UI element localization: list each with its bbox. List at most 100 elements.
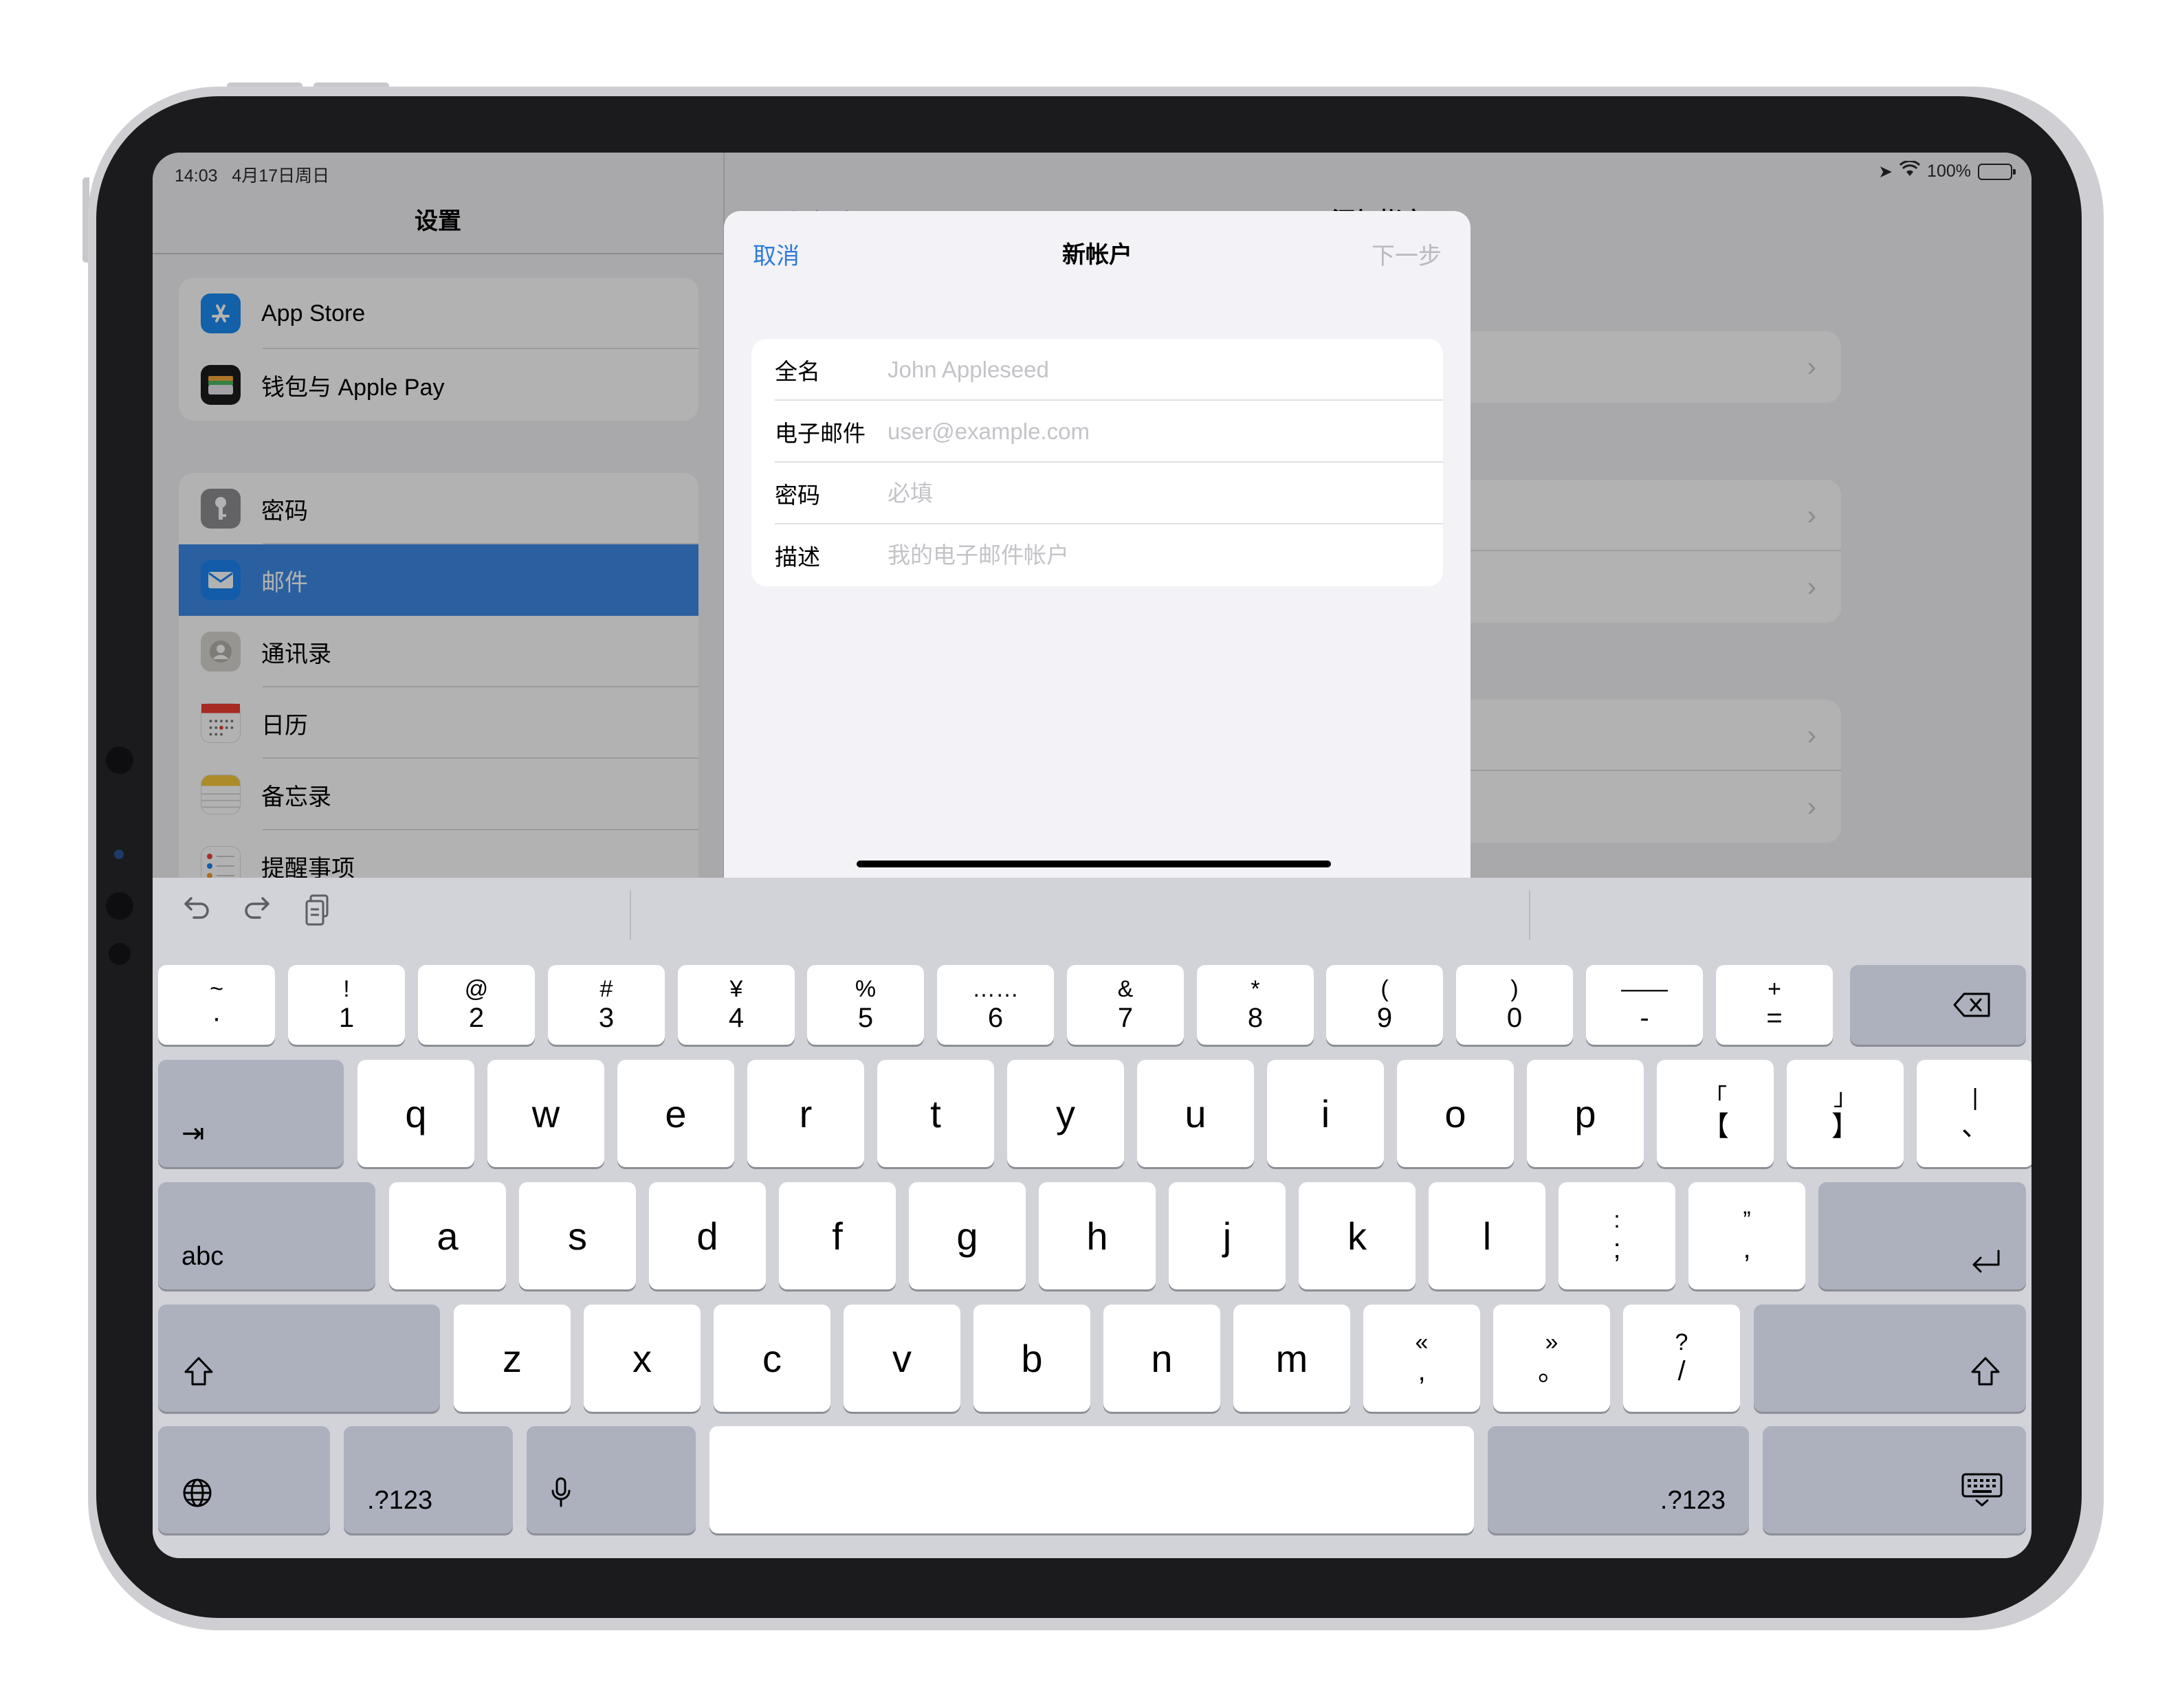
key-t[interactable]: t — [877, 1060, 994, 1167]
numbers-key-right[interactable]: .?123 — [1488, 1426, 1749, 1533]
key-number-3[interactable]: #3 — [548, 965, 665, 1045]
status-time: 14:03 4月17日周日 — [175, 166, 330, 186]
password-field[interactable] — [888, 480, 1410, 507]
key-bracket-1[interactable]: 」】 — [1787, 1060, 1904, 1167]
paste-icon[interactable] — [302, 893, 333, 935]
description-row: 描述 — [751, 524, 1443, 586]
key-z[interactable]: z — [454, 1305, 571, 1412]
key-w[interactable]: w — [487, 1060, 604, 1167]
description-label: 描述 — [775, 544, 820, 570]
sensor-dot — [114, 850, 124, 859]
battery-percent: 100% — [1927, 162, 1971, 181]
key-u[interactable]: u — [1137, 1060, 1254, 1167]
email-field[interactable] — [888, 419, 1410, 445]
new-account-sheet: 新帐户 取消 下一步 全名 电子邮件 密码 描述 — [724, 211, 1471, 878]
space-key[interactable] — [709, 1426, 1474, 1533]
undo-icon[interactable] — [181, 893, 212, 931]
globe-key[interactable] — [158, 1426, 330, 1533]
cancel-button[interactable]: 取消 — [753, 237, 800, 271]
status-bar: 14:03 4月17日周日 ➤ 100% — [153, 153, 2032, 191]
password-label: 密码 — [775, 483, 820, 508]
dismiss-keyboard-key[interactable] — [1763, 1426, 2026, 1533]
key-j[interactable]: j — [1169, 1182, 1286, 1289]
key-number-5[interactable]: % 5 — [807, 965, 924, 1045]
key-symbol-2[interactable]: ? / — [1623, 1305, 1740, 1412]
sheet-title: 新帐户 — [1062, 242, 1132, 268]
key-number-2[interactable]: @2 — [418, 965, 535, 1045]
key-v[interactable]: v — [844, 1305, 960, 1412]
account-form: 全名 电子邮件 密码 描述 — [751, 339, 1443, 586]
key-c[interactable]: c — [714, 1305, 830, 1412]
key-number-10[interactable]: ) 0 — [1456, 965, 1573, 1045]
screen: 14:03 4月17日周日 ➤ 100% 设置 App Store 钱包与 Ap… — [153, 153, 2032, 1558]
name-label: 全名 — [775, 359, 820, 384]
key-h[interactable]: h — [1039, 1182, 1156, 1289]
key-i[interactable]: i — [1267, 1060, 1384, 1167]
numbers-key-left[interactable]: .?123 — [344, 1426, 513, 1533]
key-p[interactable]: p — [1527, 1060, 1644, 1167]
status-indicators: ➤ 100% — [1878, 159, 2016, 182]
dictation-key[interactable] — [527, 1426, 696, 1533]
key-number-0[interactable]: ~ · — [158, 965, 275, 1045]
key-punct-1[interactable]: ”, — [1688, 1182, 1805, 1289]
tab-icon: ⇥ — [181, 1118, 205, 1149]
microphone-icon — [551, 1477, 571, 1507]
key-number-1[interactable]: ! 1 — [288, 965, 405, 1045]
key-q[interactable]: q — [357, 1060, 474, 1167]
description-field[interactable] — [888, 542, 1410, 568]
shift-key-left[interactable] — [158, 1305, 440, 1412]
shift-icon — [184, 1357, 213, 1386]
camera-lens — [106, 746, 133, 774]
key-symbol-1[interactable]: »。 — [1493, 1305, 1610, 1412]
key-k[interactable]: k — [1299, 1182, 1416, 1289]
key-number-6[interactable]: …… 6 — [937, 965, 1054, 1045]
key-m[interactable]: m — [1233, 1305, 1350, 1412]
shift-key-right[interactable] — [1754, 1305, 2026, 1412]
return-icon — [1972, 1250, 2000, 1273]
key-b[interactable]: b — [973, 1305, 1090, 1412]
key-x[interactable]: x — [584, 1305, 701, 1412]
email-row: 电子邮件 — [751, 401, 1443, 463]
home-indicator — [857, 861, 1331, 867]
key-number-9[interactable]: (9 — [1326, 965, 1443, 1045]
location-icon: ➤ — [1878, 162, 1893, 181]
key-symbol-0[interactable]: «, — [1363, 1305, 1480, 1412]
tab-key[interactable]: ⇥ — [158, 1060, 344, 1167]
key-d[interactable]: d — [649, 1182, 766, 1289]
delete-key[interactable] — [1850, 965, 2026, 1045]
wifi-icon — [1899, 159, 1921, 182]
key-number-12[interactable]: + = — [1716, 965, 1833, 1045]
key-g[interactable]: g — [909, 1182, 1026, 1289]
key-o[interactable]: o — [1397, 1060, 1514, 1167]
key-punct-0[interactable]: :; — [1559, 1182, 1675, 1289]
email-label: 电子邮件 — [775, 421, 866, 446]
key-f[interactable]: f — [779, 1182, 896, 1289]
key-number-8[interactable]: * 8 — [1197, 965, 1314, 1045]
key-s[interactable]: s — [519, 1182, 636, 1289]
name-field[interactable] — [888, 357, 1410, 383]
keyboard-hide-icon — [1961, 1473, 2003, 1507]
key-e[interactable]: e — [617, 1060, 734, 1167]
key-number-4[interactable]: ¥4 — [678, 965, 795, 1045]
key-l[interactable]: l — [1429, 1182, 1545, 1289]
sensor-dot — [106, 892, 133, 920]
sensor-dot — [109, 943, 131, 965]
delete-icon — [1953, 992, 1990, 1017]
key-number-7[interactable]: & 7 — [1067, 965, 1184, 1045]
key-bracket-0[interactable]: 「【 — [1657, 1060, 1774, 1167]
key-number-11[interactable]: —— - — [1586, 965, 1703, 1045]
next-button[interactable]: 下一步 — [1372, 237, 1442, 271]
redo-icon[interactable] — [242, 893, 272, 931]
return-key[interactable] — [1818, 1182, 2026, 1289]
key-a[interactable]: a — [389, 1182, 506, 1289]
globe-icon — [183, 1478, 212, 1507]
password-row: 密码 — [751, 463, 1443, 524]
key-n[interactable]: n — [1103, 1305, 1220, 1412]
key-bracket-2[interactable]: |、 — [1917, 1060, 2032, 1167]
shift-icon — [1971, 1357, 2000, 1386]
key-y[interactable]: y — [1007, 1060, 1124, 1167]
key-r[interactable]: r — [747, 1060, 864, 1167]
battery-icon — [1978, 163, 2016, 180]
name-row: 全名 — [751, 339, 1443, 401]
abc-key[interactable]: abc — [158, 1182, 375, 1289]
